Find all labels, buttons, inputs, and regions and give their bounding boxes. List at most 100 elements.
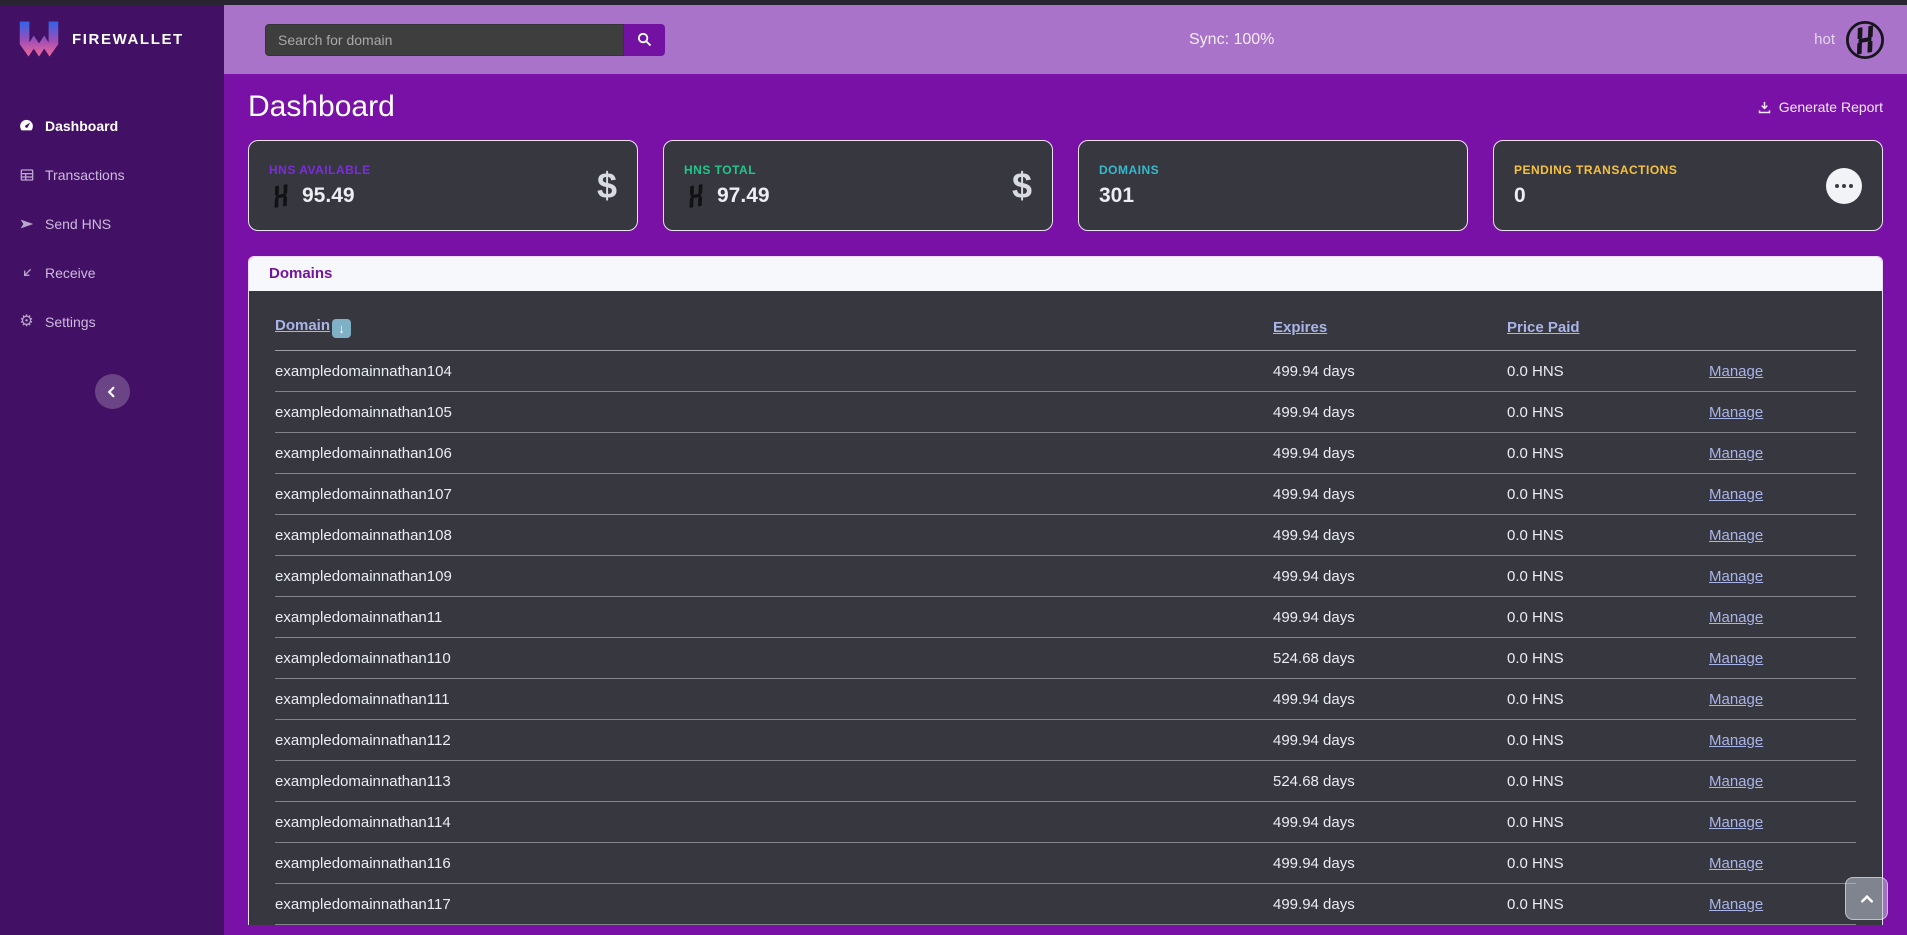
- sidebar-item-label: Send HNS: [45, 216, 111, 232]
- card-label: HNS TOTAL: [684, 163, 770, 177]
- manage-link[interactable]: Manage: [1709, 486, 1856, 503]
- price-cell: 0.0 HNS: [1507, 855, 1709, 872]
- sidebar-item-settings[interactable]: ⚙ Settings: [0, 297, 224, 346]
- domain-cell: exampledomainnathan105: [275, 404, 1273, 421]
- ellipsis-icon[interactable]: [1826, 168, 1862, 204]
- panel-title: Domains: [269, 265, 332, 282]
- table-row: exampledomainnathan113 524.68 days 0.0 H…: [275, 761, 1856, 802]
- manage-link[interactable]: Manage: [1709, 773, 1856, 790]
- price-cell: 0.0 HNS: [1507, 896, 1709, 913]
- manage-link[interactable]: Manage: [1709, 363, 1856, 380]
- card-value: 0: [1514, 184, 1526, 208]
- price-cell: 0.0 HNS: [1507, 609, 1709, 626]
- dollar-icon: $: [1012, 168, 1032, 204]
- column-header-price-paid[interactable]: Price Paid: [1507, 319, 1709, 336]
- sidebar-item-label: Receive: [45, 265, 96, 281]
- sidebar-item-receive[interactable]: Receive: [0, 248, 224, 297]
- manage-link[interactable]: Manage: [1709, 609, 1856, 626]
- chevron-up-icon: [1859, 891, 1875, 907]
- scroll-to-top-button[interactable]: [1845, 877, 1888, 920]
- domains-panel: Domains Domain↓ Expires Price Paid examp…: [248, 256, 1883, 925]
- domain-cell: exampledomainnathan104: [275, 363, 1273, 380]
- table-row: exampledomainnathan108 499.94 days 0.0 H…: [275, 515, 1856, 556]
- table-row: exampledomainnathan107 499.94 days 0.0 H…: [275, 474, 1856, 515]
- card-label: HNS AVAILABLE: [269, 163, 371, 177]
- search-input[interactable]: [265, 24, 624, 56]
- price-cell: 0.0 HNS: [1507, 773, 1709, 790]
- manage-link[interactable]: Manage: [1709, 568, 1856, 585]
- expires-cell: 499.94 days: [1273, 855, 1507, 872]
- hns-logo-icon: [684, 184, 708, 208]
- search-button[interactable]: [624, 24, 665, 56]
- manage-link[interactable]: Manage: [1709, 650, 1856, 667]
- table-icon: [18, 166, 35, 183]
- price-cell: 0.0 HNS: [1507, 691, 1709, 708]
- sidebar-item-transactions[interactable]: Transactions: [0, 150, 224, 199]
- card-value: 95.49: [302, 184, 355, 208]
- table-body: exampledomainnathan104 499.94 days 0.0 H…: [275, 351, 1856, 925]
- domain-cell: exampledomainnathan110: [275, 650, 1273, 667]
- domains-table: Domain↓ Expires Price Paid exampledomain…: [249, 291, 1882, 925]
- sidebar-item-label: Transactions: [45, 167, 125, 183]
- brand-name: FIREWALLET: [72, 31, 184, 48]
- domain-cell: exampledomainnathan106: [275, 445, 1273, 462]
- manage-link[interactable]: Manage: [1709, 691, 1856, 708]
- expires-cell: 499.94 days: [1273, 814, 1507, 831]
- gear-icon: ⚙: [18, 313, 35, 330]
- price-cell: 0.0 HNS: [1507, 527, 1709, 544]
- sidebar: FIREWALLET Dashboard Transactions Send H…: [0, 5, 224, 935]
- price-cell: 0.0 HNS: [1507, 445, 1709, 462]
- domain-cell: exampledomainnathan108: [275, 527, 1273, 544]
- domain-cell: exampledomainnathan113: [275, 773, 1273, 790]
- table-row: exampledomainnathan117 499.94 days 0.0 H…: [275, 884, 1856, 925]
- manage-link[interactable]: Manage: [1709, 445, 1856, 462]
- table-row: exampledomainnathan116 499.94 days 0.0 H…: [275, 843, 1856, 884]
- firewallet-logo-icon: [18, 19, 60, 59]
- expires-cell: 499.94 days: [1273, 732, 1507, 749]
- brand[interactable]: FIREWALLET: [0, 5, 224, 77]
- manage-link[interactable]: Manage: [1709, 732, 1856, 749]
- table-row: exampledomainnathan105 499.94 days 0.0 H…: [275, 392, 1856, 433]
- manage-link[interactable]: Manage: [1709, 527, 1856, 544]
- search-icon: [636, 31, 653, 48]
- table-row: exampledomainnathan11 499.94 days 0.0 HN…: [275, 597, 1856, 638]
- receive-arrow-icon: [18, 264, 35, 281]
- table-row: exampledomainnathan109 499.94 days 0.0 H…: [275, 556, 1856, 597]
- column-header-expires[interactable]: Expires: [1273, 319, 1507, 336]
- domain-cell: exampledomainnathan109: [275, 568, 1273, 585]
- table-row: exampledomainnathan104 499.94 days 0.0 H…: [275, 351, 1856, 392]
- handshake-wallet-icon[interactable]: [1845, 20, 1885, 60]
- price-cell: 0.0 HNS: [1507, 404, 1709, 421]
- manage-link[interactable]: Manage: [1709, 855, 1856, 872]
- page-title: Dashboard: [248, 90, 395, 124]
- manage-link[interactable]: Manage: [1709, 404, 1856, 421]
- expires-cell: 499.94 days: [1273, 486, 1507, 503]
- table-row: exampledomainnathan114 499.94 days 0.0 H…: [275, 802, 1856, 843]
- stat-card: PENDING TRANSACTIONS 0: [1493, 140, 1883, 231]
- column-header-domain[interactable]: Domain: [275, 317, 330, 334]
- stat-card: HNS AVAILABLE 95.49 $: [248, 140, 638, 231]
- table-row: exampledomainnathan111 499.94 days 0.0 H…: [275, 679, 1856, 720]
- manage-link[interactable]: Manage: [1709, 814, 1856, 831]
- sidebar-item-send-hns[interactable]: Send HNS: [0, 199, 224, 248]
- paper-plane-icon: [18, 215, 35, 232]
- manage-link[interactable]: Manage: [1709, 896, 1856, 913]
- domain-cell: exampledomainnathan107: [275, 486, 1273, 503]
- price-cell: 0.0 HNS: [1507, 814, 1709, 831]
- domain-cell: exampledomainnathan114: [275, 814, 1273, 831]
- stat-cards: HNS AVAILABLE 95.49 $ HNS TOTAL 97.49 $ …: [248, 140, 1883, 231]
- price-cell: 0.0 HNS: [1507, 732, 1709, 749]
- sort-descending-icon[interactable]: ↓: [332, 319, 351, 338]
- domain-cell: exampledomainnathan111: [275, 691, 1273, 708]
- topbar: Sync: 100% hot: [224, 5, 1907, 74]
- sidebar-item-dashboard[interactable]: Dashboard: [0, 101, 224, 150]
- download-icon: [1757, 100, 1772, 115]
- card-value: 301: [1099, 184, 1134, 208]
- expires-cell: 499.94 days: [1273, 404, 1507, 421]
- price-cell: 0.0 HNS: [1507, 486, 1709, 503]
- domain-search: [265, 24, 665, 56]
- sidebar-collapse-button[interactable]: [95, 374, 130, 409]
- generate-report-button[interactable]: Generate Report: [1757, 99, 1883, 115]
- tachometer-icon: [18, 117, 35, 134]
- dollar-icon: $: [597, 168, 617, 204]
